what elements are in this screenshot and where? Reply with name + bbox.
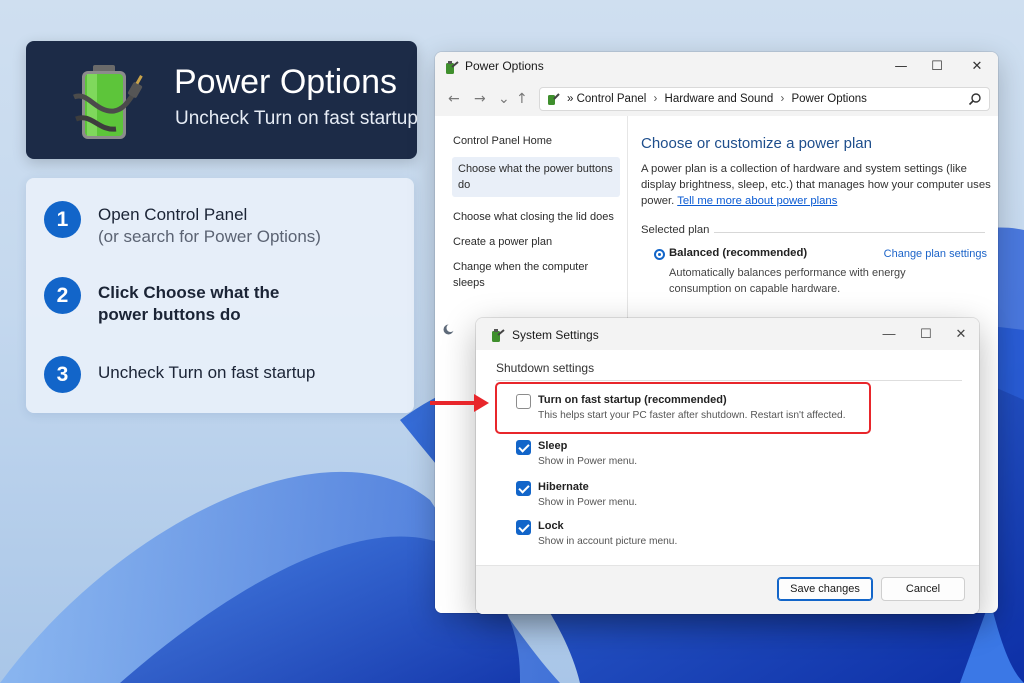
back-arrow-icon[interactable]: ← [448,91,460,107]
option-label: Turn on fast startup (recommended) [538,394,727,406]
system-settings-dialog: System Settings — ☐ ✕ Shutdown settings … [476,318,979,614]
step-number: 2 [44,277,81,314]
header-card: Power Options Uncheck Turn on fast start… [26,41,418,159]
breadcrumb: » Control Panel › Hardware and Sound › P… [567,93,867,105]
option-label: Sleep [538,440,568,452]
sidebar-item-create-plan[interactable]: Create a power plan [453,234,552,250]
plan-radio[interactable] [654,249,665,260]
step-label: Open Control Panel [98,205,248,224]
breadcrumb-separator: » [567,93,574,105]
minimize-button[interactable]: — [891,58,911,76]
option-description: Show in Power menu. [538,456,638,467]
navigation-bar: ← → ⌄ ↑ » Control Panel › Hardware and S… [435,82,998,116]
dialog-title: System Settings [512,328,599,342]
forward-arrow-icon[interactable]: → [474,91,486,107]
option-description: Show in Power menu. [538,497,638,508]
cancel-button[interactable]: Cancel [881,577,965,601]
selected-plan-label: Selected plan [641,224,710,236]
window-title: Power Options [465,59,544,73]
sidebar-item-control-panel-home[interactable]: Control Panel Home [453,133,552,149]
plan-name: Balanced (recommended) [669,247,808,259]
address-bar[interactable]: » Control Panel › Hardware and Sound › P… [539,87,990,111]
step-number: 3 [44,356,81,393]
sidebar-item-sleep[interactable]: Change when the computer sleeps [453,259,603,291]
highlight-box [495,382,871,434]
learn-more-link[interactable]: Tell me more about power plans [677,195,837,207]
step-label-line2: power buttons do [98,305,241,324]
step-text: Uncheck Turn on fast startup [98,363,316,382]
breadcrumb-item[interactable]: Control Panel [577,93,647,105]
section-divider [714,232,985,233]
step-label-line1: Click Choose what the [98,283,280,302]
option-label: Hibernate [538,481,589,493]
maximize-button[interactable]: ☐ [927,58,947,76]
sidebar-item-lid[interactable]: Choose what closing the lid does [453,209,614,225]
steps-card: 1 Open Control Panel (or search for Powe… [26,178,414,413]
chevron-down-icon[interactable]: ⌄ [498,91,510,107]
maximize-button[interactable]: ☐ [916,325,936,343]
hibernate-checkbox[interactable] [516,481,531,496]
change-plan-settings-link[interactable]: Change plan settings [884,248,987,260]
window-titlebar[interactable]: Power Options — ☐ ✕ [435,52,998,82]
hero-title: Power Options [174,63,397,101]
sidebar-item-power-buttons[interactable]: Choose what the power buttons do [452,157,620,197]
breadcrumb-arrow: › [653,93,658,105]
moon-icon [443,324,454,335]
section-title: Shutdown settings [496,361,595,375]
minimize-button[interactable]: — [879,325,899,343]
step-text: Click Choose what the power buttons do [98,282,279,326]
plan-description: Automatically balances performance with … [669,267,906,295]
step-number: 1 [44,201,81,238]
sleep-checkbox[interactable] [516,440,531,455]
search-icon[interactable] [968,92,982,106]
breadcrumb-arrow: › [780,93,785,105]
dialog-footer: Save changes Cancel [476,565,979,614]
save-changes-button[interactable]: Save changes [777,577,873,601]
hero-subtitle: Uncheck Turn on fast startup [175,108,418,129]
option-description: Show in account picture menu. [538,536,678,547]
fast-startup-checkbox[interactable] [516,394,531,409]
dialog-body: Shutdown settings Turn on fast startup (… [476,350,979,565]
up-arrow-icon[interactable]: ↑ [516,91,528,107]
red-arrow-icon [430,394,489,412]
close-button[interactable]: ✕ [951,325,971,343]
section-divider [496,380,962,381]
control-panel-icon [548,93,560,105]
dialog-titlebar[interactable]: System Settings — ☐ ✕ [476,318,979,350]
battery-plug-icon [73,65,143,139]
close-button[interactable]: ✕ [967,58,987,76]
power-options-app-icon [446,61,459,74]
breadcrumb-item[interactable]: Power Options [791,93,866,105]
step-hint: (or search for Power Options) [98,227,321,246]
lock-checkbox[interactable] [516,520,531,535]
option-description: This helps start your PC faster after sh… [538,410,846,421]
option-label: Lock [538,520,564,532]
step-text: Open Control Panel (or search for Power … [98,204,321,248]
breadcrumb-item[interactable]: Hardware and Sound [665,93,774,105]
power-options-app-icon [492,329,505,342]
page-title: Choose or customize a power plan [641,135,872,152]
page-description: A power plan is a collection of hardware… [641,161,993,209]
